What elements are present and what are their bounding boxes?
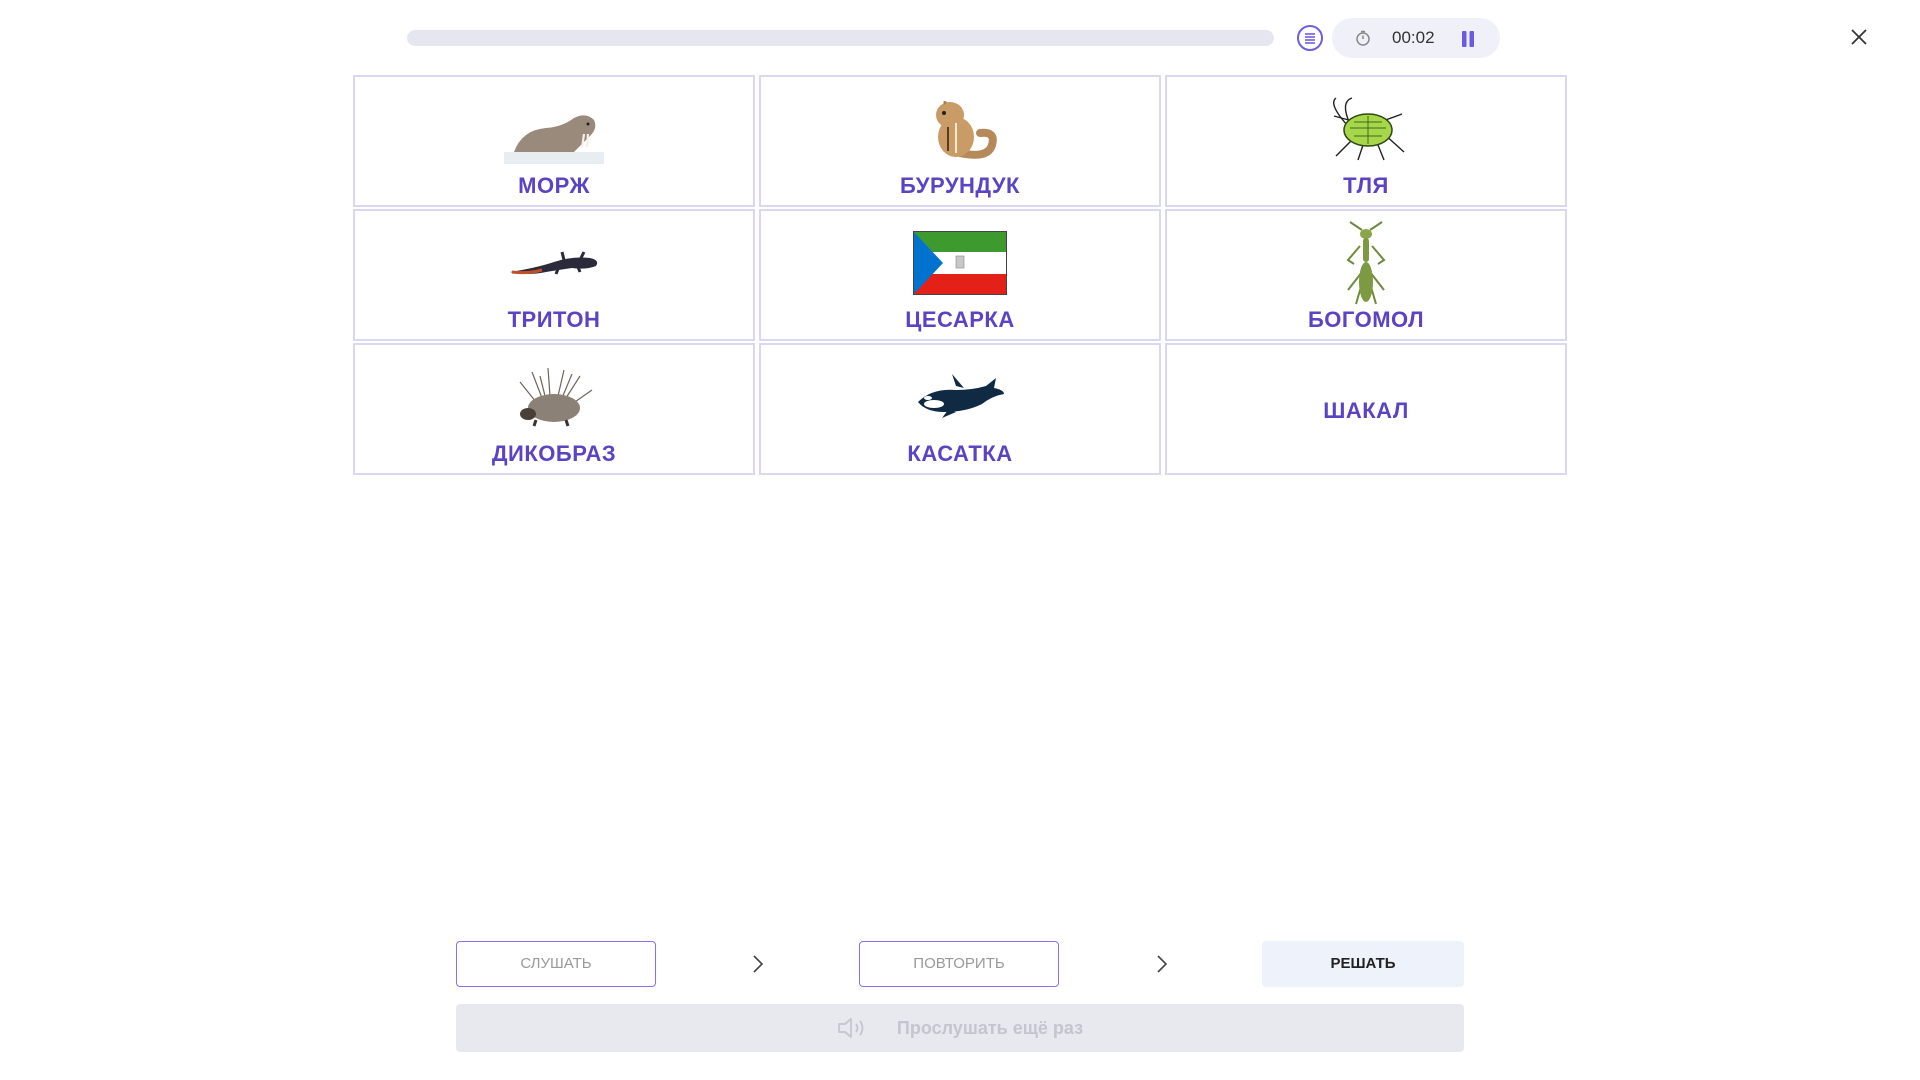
chevron-right-icon: [1157, 955, 1168, 973]
card-label: ТЛЯ: [1343, 173, 1389, 198]
speaker-icon: [838, 1018, 864, 1038]
card-label: БОГОМОЛ: [1307, 307, 1425, 332]
timer: 00:02: [1332, 18, 1500, 58]
newt-image: [499, 223, 609, 303]
chipmunk-image: [905, 89, 1015, 169]
pause-icon[interactable]: [1459, 30, 1477, 48]
porcupine-image: [499, 357, 609, 437]
answer-grid: МОРЖ БУРУНДУК ТЛЯ ТРИТОН ЦЕСАРКА БОГОМОЛ…: [353, 75, 1567, 475]
card-walrus[interactable]: МОРЖ: [353, 75, 755, 207]
card-label: ЦЕСАРКА: [905, 307, 1015, 332]
aphid-image: [1311, 89, 1421, 169]
card-newt[interactable]: ТРИТОН: [353, 209, 755, 341]
orca-image: [905, 357, 1015, 437]
progress-bar: [407, 30, 1274, 46]
walrus-image: [499, 89, 609, 169]
card-label: МОРЖ: [518, 173, 590, 198]
close-icon: [1851, 29, 1867, 45]
mantis-image: [1311, 221, 1421, 305]
card-label: ДИКОБРАЗ: [491, 441, 617, 466]
card-aphid[interactable]: ТЛЯ: [1165, 75, 1567, 207]
card-label: ТРИТОН: [507, 307, 601, 332]
card-orca[interactable]: КАСАТКА: [759, 343, 1161, 475]
card-label: БУРУНДУК: [900, 173, 1020, 198]
chevron-right-icon: [753, 955, 764, 973]
card-chipmunk[interactable]: БУРУНДУК: [759, 75, 1161, 207]
timer-value: 00:02: [1392, 28, 1435, 47]
card-porcupine[interactable]: ДИКОБРАЗ: [353, 343, 755, 475]
list-icon: [1305, 33, 1315, 44]
card-guineafowl[interactable]: ЦЕСАРКА: [759, 209, 1161, 341]
replay-label: Прослушать ещё раз: [896, 1017, 1084, 1038]
replay-button[interactable]: Прослушать ещё раз: [456, 1004, 1464, 1052]
card-label: КАСАТКА: [907, 441, 1013, 466]
card-label: ШАКАЛ: [1323, 398, 1409, 423]
card-jackal[interactable]: ШАКАЛ: [1165, 343, 1567, 475]
listen-button[interactable]: СЛУШАТЬ: [456, 941, 656, 987]
close-button[interactable]: [1844, 22, 1874, 52]
card-mantis[interactable]: БОГОМОЛ: [1165, 209, 1567, 341]
stopwatch-icon: [1356, 30, 1370, 46]
solve-button[interactable]: РЕШАТЬ: [1262, 941, 1464, 987]
equatorial-guinea-flag-image: [905, 223, 1015, 303]
repeat-button[interactable]: ПОВТОРИТЬ: [859, 941, 1059, 987]
list-button[interactable]: [1297, 25, 1323, 51]
